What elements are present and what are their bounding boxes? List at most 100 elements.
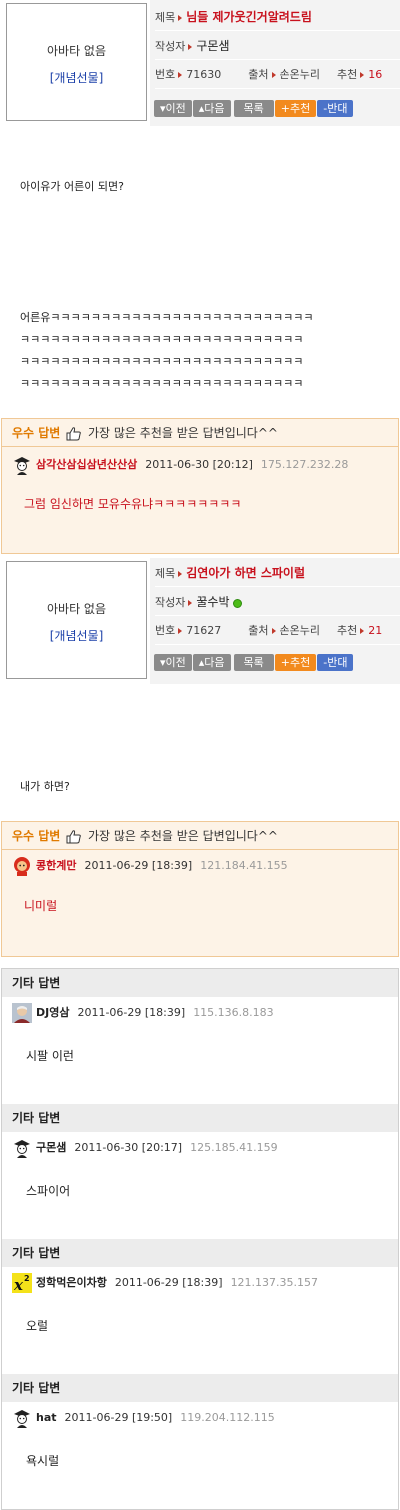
scholar-icon (14, 457, 30, 475)
scholar-icon (14, 1140, 30, 1158)
thumbs-up-icon (66, 426, 81, 440)
author-row: 작성자 구몬샘 (155, 32, 400, 60)
best-reply-label: 우수 답변 (12, 426, 61, 440)
reply-text: 오럴 (26, 1319, 49, 1333)
oppose-button[interactable]: -반대 (317, 100, 354, 117)
post-body-line: ㅋㅋㅋㅋㅋㅋㅋㅋㅋㅋㅋㅋㅋㅋㅋㅋㅋㅋㅋㅋㅋㅋㅋㅋㅋㅋㅋㅋ (20, 377, 304, 390)
arrow-icon (178, 570, 183, 577)
reply-text: 니미럴 (24, 899, 58, 913)
best-reply: 우수 답변 가장 많은 추천을 받은 답변입니다^^ 삼각산삼십삼년산산삼 201… (1, 418, 399, 554)
post-body-line: ㅋㅋㅋㅋㅋㅋㅋㅋㅋㅋㅋㅋㅋㅋㅋㅋㅋㅋㅋㅋㅋㅋㅋㅋㅋㅋㅋㅋ (20, 355, 304, 368)
reply-date: 2011-06-29 [18:39] (84, 859, 193, 872)
no-avatar-text: 아바타 없음 (46, 602, 106, 616)
online-status-icon (232, 598, 242, 608)
photo-avatar-icon (12, 1003, 32, 1023)
arrow-icon (271, 627, 276, 634)
arrow-icon (360, 71, 365, 78)
reply-date: 2011-06-29 [19:50] (64, 1411, 173, 1424)
gift-link[interactable]: [개념선물] (7, 69, 146, 86)
recommend-count: 21 (368, 624, 383, 637)
reply-username[interactable]: 삼각산삼십삼년산산삼 (36, 458, 137, 471)
reply-text: 욕시럴 (26, 1454, 60, 1468)
post-title: 김연아가 하면 스파이럴 (186, 566, 306, 580)
best-reply-header: 우수 답변 가장 많은 추천을 받은 답변입니다^^ (2, 419, 398, 447)
post-meta: 제목 김연아가 하면 스파이럴 작성자 꿀수박 번호 71627 출처 손온누리 추천 2… (150, 558, 400, 684)
recommend-button[interactable]: +추천 (274, 100, 317, 117)
title-label: 제목 (155, 11, 176, 24)
source-label: 출처 (248, 68, 269, 81)
reply-text: 시팔 이런 (26, 1049, 74, 1063)
other-replies: 기타 답변 DJ영삼 2011-06-29 [18:39] 115.136.8.18… (1, 968, 399, 1510)
author-name[interactable]: 꿀수박 (196, 595, 229, 609)
title-row: 제목 김연아가 하면 스파이럴 (155, 559, 400, 587)
other-reply-header: 기타 답변 (2, 1374, 398, 1402)
reply-info: hat 2011-06-29 [19:50] 119.204.112.115 (12, 1408, 275, 1428)
svg-text:2: 2 (24, 1274, 30, 1283)
number-label: 번호 (155, 624, 176, 637)
reply-ip: 115.136.8.183 (193, 1006, 274, 1019)
post-body-line: 아이유가 어른이 되면? (20, 180, 124, 193)
reply-ip: 121.184.41.155 (200, 859, 288, 872)
author-name[interactable]: 구몬샘 (196, 39, 229, 53)
post-title: 님들 제가웃긴거알려드림 (186, 10, 312, 24)
author-row: 작성자 꿀수박 (155, 588, 400, 616)
reply-text: 그럼 임신하면 모유수유냐ㅋㅋㅋㅋㅋㅋㅋㅋ (24, 497, 242, 511)
gift-link[interactable]: [개념선물] (7, 627, 146, 644)
other-reply: 기타 답변 x 2 정학먹은이차항 2011-06-29 [18:39] 121.137… (2, 1239, 398, 1374)
reply-info: x 2 정학먹은이차항 2011-06-29 [18:39] 121.137.35.15… (12, 1273, 318, 1293)
list-button[interactable]: 목록 (233, 654, 274, 671)
info-row: 번호 71627 출처 손온누리 추천 21 (155, 617, 400, 645)
red-character-icon (14, 857, 30, 876)
title-label: 제목 (155, 567, 176, 580)
source-value: 손온누리 (279, 624, 320, 637)
list-button[interactable]: 목록 (233, 100, 274, 117)
arrow-icon (178, 627, 183, 634)
source-value: 손온누리 (279, 68, 320, 81)
svg-text:x: x (13, 1276, 24, 1293)
post-body-line: ㅋㅋㅋㅋㅋㅋㅋㅋㅋㅋㅋㅋㅋㅋㅋㅋㅋㅋㅋㅋㅋㅋㅋㅋㅋㅋㅋㅋ (20, 333, 304, 346)
other-reply-header: 기타 답변 (2, 1239, 398, 1267)
oppose-button[interactable]: -반대 (317, 654, 354, 671)
avatar-placeholder: 아바타 없음 [개념선물] (6, 3, 147, 121)
reply-username[interactable]: hat (36, 1411, 57, 1424)
arrow-icon (188, 43, 193, 50)
next-button[interactable]: ▴다음 (192, 654, 231, 671)
post-body-line: 어른유ㅋㅋㅋㅋㅋㅋㅋㅋㅋㅋㅋㅋㅋㅋㅋㅋㅋㅋㅋㅋㅋㅋㅋㅋㅋㅋ (20, 311, 314, 324)
reply-ip: 119.204.112.115 (180, 1411, 275, 1424)
reply-username[interactable]: 구몬샘 (36, 1141, 66, 1154)
recommend-button[interactable]: +추천 (274, 654, 317, 671)
reply-date: 2011-06-29 [18:39] (114, 1276, 223, 1289)
number-label: 번호 (155, 68, 176, 81)
arrow-icon (178, 71, 183, 78)
reply-info: 삼각산삼십삼년산산삼 2011-06-30 [20:12] 175.127.232.… (12, 455, 348, 475)
reply-info: 콩한계만 2011-06-29 [18:39] 121.184.41.155 (12, 856, 288, 876)
reply-date: 2011-06-29 [18:39] (77, 1006, 186, 1019)
post-buttons: ▾이전 ▴다음 목록 +추천 -반대 (154, 654, 354, 671)
reply-username[interactable]: DJ영삼 (36, 1006, 69, 1019)
recommend-label: 추천 (336, 68, 358, 81)
thumbs-up-icon (66, 829, 81, 843)
post-number: 71630 (186, 68, 222, 81)
reply-text: 스파이어 (26, 1184, 71, 1198)
other-reply-header: 기타 답변 (2, 969, 398, 997)
other-reply: 기타 답변 hat 2011-06-29 [19:50] 119.204.112.1… (2, 1374, 398, 1509)
reply-info: 구몬샘 2011-06-30 [20:17] 125.185.41.159 (12, 1138, 278, 1158)
reply-username[interactable]: 콩한계만 (36, 859, 76, 872)
reply-ip: 121.137.35.157 (230, 1276, 319, 1289)
reply-info: DJ영삼 2011-06-29 [18:39] 115.136.8.183 (12, 1003, 274, 1023)
best-reply-desc: 가장 많은 추천을 받은 답변입니다^^ (88, 426, 278, 440)
other-reply-header: 기타 답변 (2, 1104, 398, 1132)
post-meta: 제목 님들 제가웃긴거알려드림 작성자 구몬샘 번호 71630 출처 손온누리 추천 1… (150, 0, 400, 126)
post-buttons: ▾이전 ▴다음 목록 +추천 -반대 (154, 100, 354, 117)
post-body-line: 내가 하면? (20, 780, 70, 793)
recommend-count: 16 (368, 68, 383, 81)
no-avatar-text: 아바타 없음 (46, 44, 106, 58)
prev-button[interactable]: ▾이전 (154, 100, 192, 117)
best-reply-label: 우수 답변 (12, 829, 61, 843)
reply-username[interactable]: 정학먹은이차항 (36, 1276, 107, 1289)
best-reply-desc: 가장 많은 추천을 받은 답변입니다^^ (88, 829, 278, 843)
author-label: 작성자 (155, 40, 186, 53)
prev-button[interactable]: ▾이전 (154, 654, 192, 671)
info-row: 번호 71630 출처 손온누리 추천 16 (155, 61, 400, 89)
next-button[interactable]: ▴다음 (192, 100, 231, 117)
